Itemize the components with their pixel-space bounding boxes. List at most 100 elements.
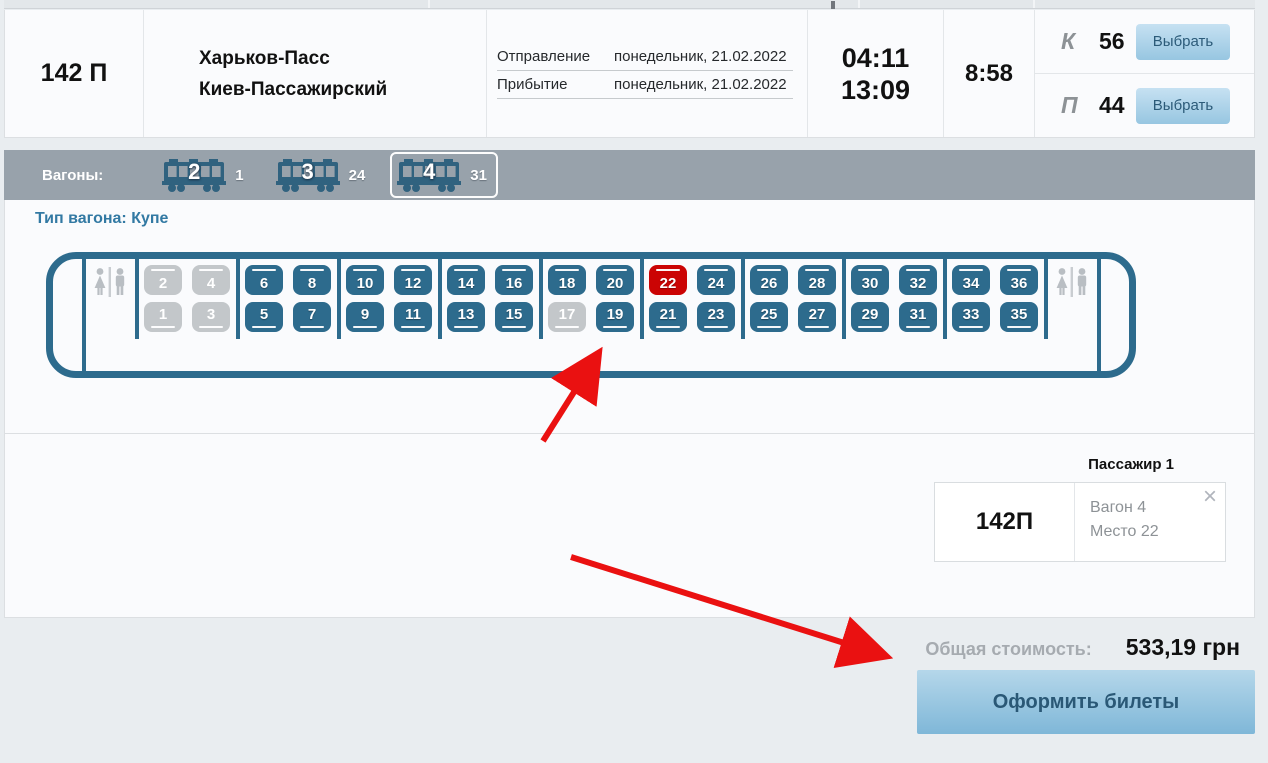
seat-8[interactable]: 8	[293, 265, 331, 295]
seat-30[interactable]: 30	[851, 265, 889, 295]
seat-36[interactable]: 36	[1000, 265, 1038, 295]
wagon-type-label: Тип вагона: Купе	[35, 210, 168, 228]
wc-icon	[1048, 259, 1096, 303]
select-class-button[interactable]: Выбрать	[1136, 88, 1230, 124]
seat-2: 2	[144, 265, 182, 295]
schedule-cell: Отправлениепонедельник, 21.02.2022Прибыт…	[487, 10, 808, 137]
select-class-button[interactable]: Выбрать	[1136, 24, 1230, 60]
seat-22[interactable]: 22	[649, 265, 687, 295]
class-row: К 56 Выбрать	[1035, 10, 1254, 73]
seat-1: 1	[144, 302, 182, 332]
seat-20[interactable]: 20	[596, 265, 634, 295]
compartment-divider	[1097, 259, 1101, 371]
checkout-button[interactable]: Оформить билеты	[917, 670, 1255, 734]
seat-16[interactable]: 16	[495, 265, 533, 295]
seat-34[interactable]: 34	[952, 265, 990, 295]
wagon-number: 4	[397, 159, 461, 185]
remove-passenger-icon[interactable]: ×	[1203, 485, 1217, 509]
schedule-label: Отправление	[497, 48, 614, 65]
times-cell: 04:11 13:09	[808, 10, 944, 137]
seat-33[interactable]: 33	[952, 302, 990, 332]
seat-21[interactable]: 21	[649, 302, 687, 332]
compartment-divider	[236, 259, 240, 339]
train-car-icon: 4	[397, 157, 461, 193]
compartment-2: 6857	[240, 259, 336, 332]
header-divider	[428, 0, 430, 8]
seat-11[interactable]: 11	[394, 302, 432, 332]
seat-15[interactable]: 15	[495, 302, 533, 332]
compartment-divider	[438, 259, 442, 339]
passenger-card: 142П Вагон 4 Место 22 ×	[934, 482, 1226, 562]
panel-divider	[5, 433, 1254, 434]
seat-25[interactable]: 25	[750, 302, 788, 332]
seat-6[interactable]: 6	[245, 265, 283, 295]
class-code: К	[1061, 28, 1091, 55]
compartment-4: 14 16 13 15	[442, 259, 538, 332]
stations-cell: Харьков-Пасс Киев-Пассажирский	[144, 10, 487, 137]
passenger-train-number: 142П	[935, 483, 1074, 561]
seat-28[interactable]: 28	[798, 265, 836, 295]
seat-35[interactable]: 35	[1000, 302, 1038, 332]
train-result-row: 142 П Харьков-Пасс Киев-Пассажирский Отп…	[4, 10, 1255, 138]
header-sort-indicator	[831, 1, 835, 9]
seat-9[interactable]: 9	[346, 302, 384, 332]
schedule-date: понедельник, 21.02.2022	[614, 76, 787, 93]
seat-12[interactable]: 12	[394, 265, 432, 295]
class-list: К56ВыбратьП44Выбрать	[1035, 10, 1254, 137]
compartment-divider	[741, 259, 745, 339]
class-free-count: 56	[1099, 28, 1125, 55]
class-code: П	[1061, 92, 1091, 119]
seat-3: 3	[192, 302, 230, 332]
seat-13[interactable]: 13	[447, 302, 485, 332]
wagon-panel: Тип вагона: Купе 24136857101291114161315…	[4, 200, 1255, 618]
seat-4: 4	[192, 265, 230, 295]
seat-31[interactable]: 31	[899, 302, 937, 332]
wagons-label: Вагоны:	[42, 167, 103, 184]
schedule-row: Отправлениепонедельник, 21.02.2022	[497, 48, 793, 71]
train-car-icon: 3	[276, 157, 340, 193]
seat-14[interactable]: 14	[447, 265, 485, 295]
departure-time: 04:11	[841, 42, 910, 74]
wagon-item-2[interactable]: 21	[155, 152, 254, 198]
station-from: Харьков-Пасс	[199, 43, 387, 74]
compartment-7: 26 28 25 27	[745, 259, 841, 332]
station-to: Киев-Пассажирский	[199, 74, 387, 105]
compartment-6: 22 24 21 23	[644, 259, 740, 332]
seat-19[interactable]: 19	[596, 302, 634, 332]
wagon-list: 21 3 24 4 31	[155, 152, 512, 198]
seat-24[interactable]: 24	[697, 265, 735, 295]
seat-29[interactable]: 29	[851, 302, 889, 332]
seat-7[interactable]: 7	[293, 302, 331, 332]
seat-23[interactable]: 23	[697, 302, 735, 332]
seat-5[interactable]: 5	[245, 302, 283, 332]
compartment-divider	[82, 259, 86, 371]
header-divider	[858, 0, 860, 8]
compartment-1: 2413	[139, 259, 235, 332]
seat-10[interactable]: 10	[346, 265, 384, 295]
wagon-free-count: 31	[470, 167, 487, 184]
wagon-free-count: 24	[349, 167, 366, 184]
wc-icon	[86, 259, 134, 303]
wagon-free-count: 1	[235, 167, 243, 184]
schedule-label: Прибытие	[497, 76, 614, 93]
compartment-9: 34 36 33 35	[947, 259, 1043, 332]
trip-duration: 8:58	[965, 60, 1013, 88]
train-car-icon: 2	[162, 157, 226, 193]
seat-map-train: 2413685710129111416131518201719222421232…	[46, 252, 1136, 378]
duration-cell: 8:58	[944, 10, 1035, 137]
wagon-number: 2	[162, 159, 226, 185]
compartment-divider	[337, 259, 341, 339]
schedule-list: Отправлениепонедельник, 21.02.2022Прибыт…	[497, 43, 793, 104]
seat-27[interactable]: 27	[798, 302, 836, 332]
seat-17: 17	[548, 302, 586, 332]
passenger-seat: Место 22	[1090, 520, 1225, 544]
wagon-item-4[interactable]: 4 31	[390, 152, 498, 198]
class-row: П44Выбрать	[1035, 73, 1254, 137]
seat-18[interactable]: 18	[548, 265, 586, 295]
total-cost-row: Общая стоимость: 533,19 грн	[925, 634, 1240, 661]
seat-26[interactable]: 26	[750, 265, 788, 295]
cutoff-header-row	[4, 0, 1255, 9]
wagon-item-3[interactable]: 3 24	[269, 152, 377, 198]
seat-32[interactable]: 32	[899, 265, 937, 295]
compartment-8: 30 32 29 31	[846, 259, 942, 332]
